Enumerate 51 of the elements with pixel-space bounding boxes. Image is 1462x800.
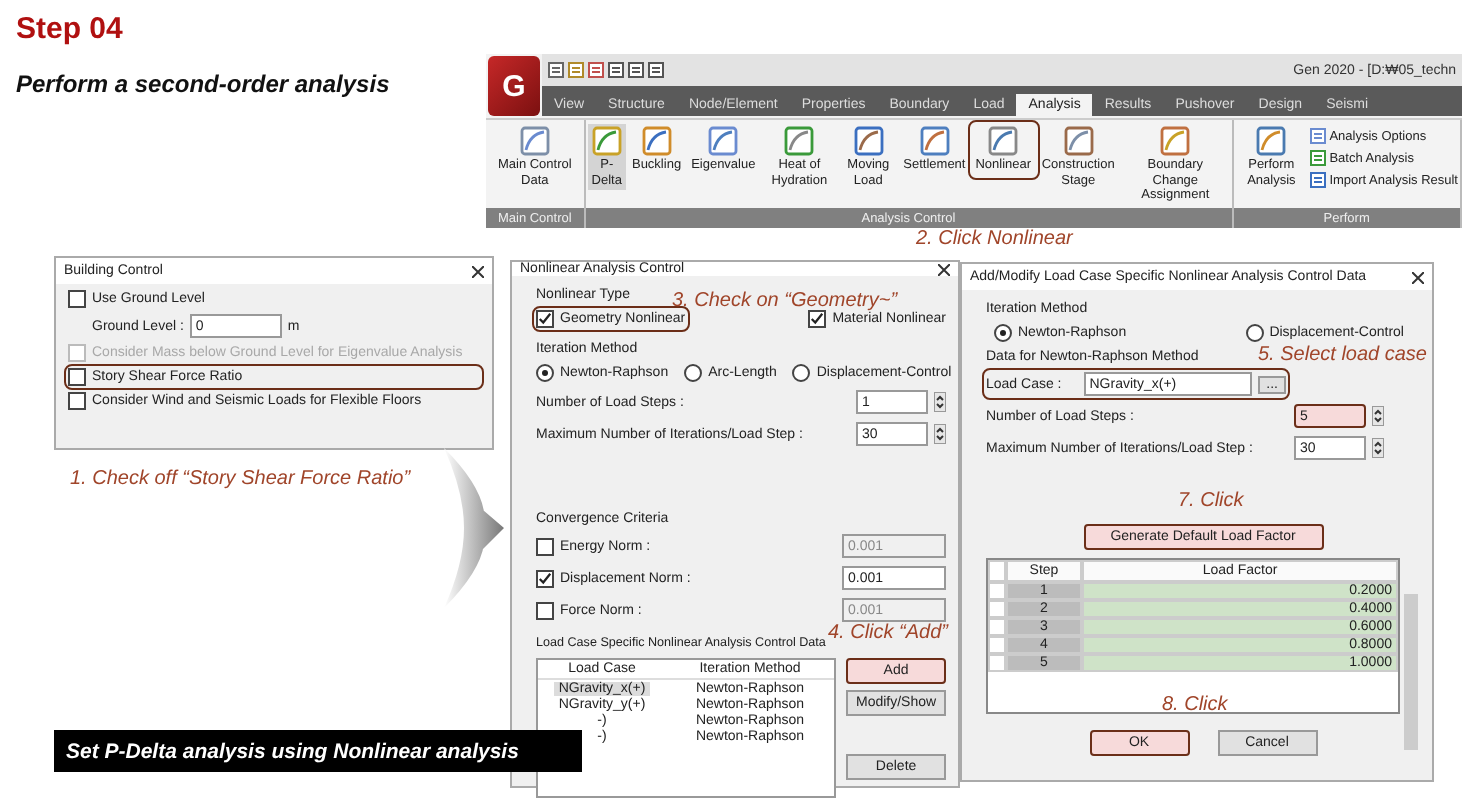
spinner-arrows-icon[interactable]	[1372, 438, 1384, 458]
subtitle: Perform a second-order analysis	[16, 70, 390, 98]
chart-icon	[641, 126, 672, 156]
callout-text: 2. Click Nonlinear	[916, 228, 1073, 250]
caption-banner: Set P-Delta analysis using Nonlinear analysis	[54, 730, 582, 772]
spinner-arrows-icon[interactable]	[1372, 406, 1384, 426]
radio-button[interactable]	[792, 364, 811, 382]
chart-icon	[988, 126, 1019, 156]
callout-text: 4. Click “Add”	[828, 622, 949, 644]
close-icon[interactable]	[1412, 271, 1424, 283]
scrollbar[interactable]	[1404, 594, 1418, 750]
document-icon	[648, 62, 664, 78]
chart-icon	[519, 126, 550, 156]
radio-button[interactable]	[536, 364, 554, 382]
spinner-arrows-icon[interactable]	[934, 424, 946, 444]
radio-button[interactable]	[684, 364, 703, 382]
checkbox[interactable]	[536, 310, 554, 328]
document-icon	[548, 62, 564, 78]
chart-icon	[708, 126, 739, 156]
checkbox[interactable]	[536, 569, 554, 587]
document-icon	[608, 62, 624, 78]
checkbox[interactable]	[536, 601, 554, 619]
step-heading: Step 04	[16, 12, 125, 46]
document-icon	[1309, 172, 1326, 188]
close-icon[interactable]	[472, 265, 484, 277]
document-icon	[1309, 150, 1326, 166]
checkbox[interactable]	[68, 392, 86, 410]
spinner-arrows-icon[interactable]	[934, 392, 946, 412]
document-icon	[568, 62, 584, 78]
chart-icon	[1256, 126, 1287, 156]
checkbox[interactable]	[536, 537, 554, 555]
callout-text: 8. Click	[1162, 694, 1228, 716]
chart-icon	[591, 126, 622, 156]
callout-text: 5. Select load case	[1258, 344, 1427, 366]
chart-icon	[853, 126, 884, 156]
document-icon	[628, 62, 644, 78]
radio-button[interactable]	[994, 324, 1012, 342]
chart-icon	[784, 126, 815, 156]
document-icon	[588, 62, 604, 78]
app-logo[interactable]: G	[488, 56, 540, 116]
callout-text: 7. Click	[1178, 490, 1244, 512]
close-icon[interactable]	[938, 263, 950, 275]
document-icon	[1309, 128, 1326, 144]
chart-icon	[1063, 126, 1094, 156]
chart-icon	[919, 126, 950, 156]
checkbox[interactable]	[68, 290, 86, 308]
checkbox[interactable]	[808, 310, 827, 328]
callout-text: 1. Check off “Story Shear Force Ratio”	[70, 468, 411, 490]
radio-button[interactable]	[1245, 324, 1264, 342]
checkbox[interactable]	[68, 368, 86, 386]
chart-icon	[1160, 126, 1191, 156]
